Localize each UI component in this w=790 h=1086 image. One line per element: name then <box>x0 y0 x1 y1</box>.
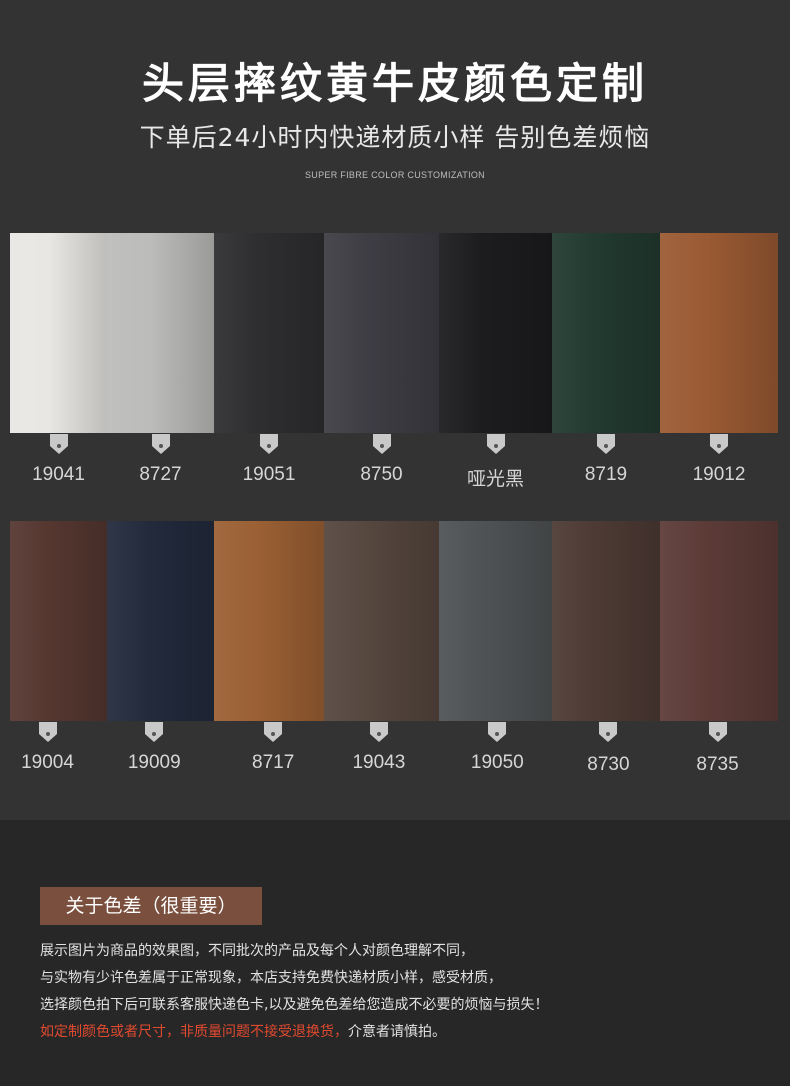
swatch-code: 8750 <box>360 464 403 485</box>
swatch-19009[interactable] <box>107 521 214 721</box>
swatch-code: 8719 <box>584 464 628 485</box>
notice-line: 展示图片为商品的效果图，不同批次的产品及每个人对颜色理解不同， <box>40 943 474 959</box>
swatch-label: 19051 <box>214 434 324 491</box>
swatch-label: 8719 <box>552 434 660 491</box>
swatch-label: 19041 <box>10 434 107 491</box>
swatch-code: 19009 <box>127 752 181 773</box>
swatch-19043[interactable] <box>324 521 439 721</box>
notice-warning: 如定制颜色或者尺寸，非质量问题不接受退换货， <box>40 1024 348 1040</box>
swatch-19012[interactable] <box>660 233 778 433</box>
swatch-19041[interactable] <box>10 233 107 433</box>
swatch-matte-black[interactable] <box>439 233 552 433</box>
swatch-row-2 <box>10 521 778 721</box>
swatch-label: 8750 <box>324 434 439 491</box>
swatch-code: 19043 <box>352 752 406 773</box>
pointer-icon <box>369 722 388 742</box>
pointer-icon <box>151 434 170 454</box>
page-title: 头层摔纹黄牛皮颜色定制 <box>141 59 648 108</box>
swatch-labels-row-2: 19004 19009 8717 19043 19050 8730 8735 <box>10 722 778 776</box>
pointer-icon <box>145 722 164 742</box>
swatch-code: 19041 <box>32 464 85 485</box>
swatch-8727[interactable] <box>107 233 214 433</box>
pointer-icon <box>599 722 618 742</box>
swatch-8719[interactable] <box>552 233 660 433</box>
color-difference-badge: 关于色差（很重要） <box>40 887 262 925</box>
swatch-code: 19004 <box>21 752 74 773</box>
swatch-8730[interactable] <box>552 521 660 721</box>
notice-line: 与实物有少许色差属于正常现象，本店支持免费快递材质小样，感受材质， <box>40 970 502 986</box>
pointer-icon <box>38 722 57 742</box>
pointer-icon <box>486 434 505 454</box>
swatch-label: 19050 <box>435 722 560 776</box>
notice-line-rest: 介意者请慎拍。 <box>348 1024 446 1040</box>
swatch-code: 8727 <box>139 464 182 485</box>
pointer-icon <box>260 434 278 454</box>
pointer-icon <box>488 722 507 742</box>
swatch-label: 8727 <box>107 434 214 491</box>
swatch-label: 19009 <box>85 722 223 776</box>
swatch-label: 8717 <box>223 722 322 776</box>
swatch-code: 19050 <box>470 752 524 773</box>
pointer-icon <box>710 434 728 454</box>
swatch-label: 19012 <box>660 434 778 491</box>
swatch-label: 19043 <box>323 722 435 776</box>
swatch-19004[interactable] <box>10 521 107 721</box>
swatch-19050[interactable] <box>439 521 552 721</box>
pointer-icon <box>708 722 727 742</box>
pointer-icon <box>597 434 615 454</box>
swatch-labels-row-1: 19041 8727 19051 8750 哑光黑 8719 19012 <box>10 434 778 491</box>
swatch-19051[interactable] <box>214 233 324 433</box>
swatch-code: 19051 <box>242 464 296 485</box>
swatch-label: 哑光黑 <box>439 434 552 491</box>
swatch-code: 8717 <box>252 752 295 773</box>
swatch-code: 19012 <box>692 464 746 485</box>
swatch-8717[interactable] <box>214 521 324 721</box>
notice-text: 展示图片为商品的效果图，不同批次的产品及每个人对颜色理解不同， 与实物有少许色差… <box>40 938 760 1046</box>
notice-line: 选择颜色拍下后可联系客服快递色卡,以及避免色差给您造成不必要的烦恼与损失！ <box>40 997 549 1013</box>
english-tagline: SUPER FIBRE COLOR CUSTOMIZATION <box>305 170 485 180</box>
swatch-label: 8730 <box>560 722 657 776</box>
swatch-label: 19004 <box>10 722 85 776</box>
swatch-8750[interactable] <box>324 233 439 433</box>
swatch-8735[interactable] <box>660 521 778 721</box>
swatch-code: 8735 <box>696 754 739 775</box>
pointer-icon <box>372 434 391 454</box>
page-subtitle: 下单后24小时内快递材质小样 告别色差烦恼 <box>139 123 651 152</box>
swatch-code: 哑光黑 <box>466 469 524 490</box>
pointer-icon <box>49 434 68 454</box>
swatch-row-1 <box>10 233 778 433</box>
swatch-code: 8730 <box>587 754 630 775</box>
pointer-icon <box>264 722 283 742</box>
swatch-label: 8735 <box>657 722 778 776</box>
notice-line: 如定制颜色或者尺寸，非质量问题不接受退换货，介意者请慎拍。 <box>40 1019 760 1046</box>
